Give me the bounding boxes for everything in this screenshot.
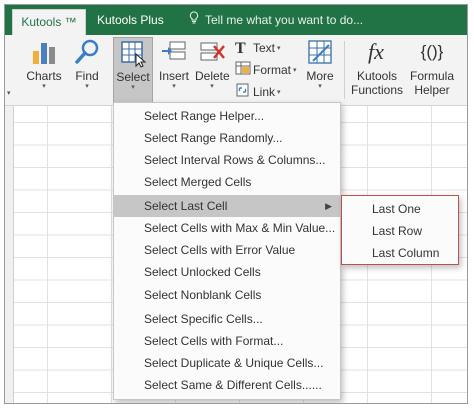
format-label: Format bbox=[253, 63, 292, 77]
chevron-down-icon: ▾ bbox=[42, 83, 46, 90]
text-icon: T bbox=[235, 39, 246, 57]
submenu-item-last-row[interactable]: Last Row bbox=[342, 220, 458, 242]
menu-item-select-error-value[interactable]: Select Cells with Error Value bbox=[114, 239, 340, 261]
fx-icon: fx bbox=[368, 39, 384, 64]
tell-me-box[interactable]: Tell me what you want to do... bbox=[187, 5, 363, 35]
menu-item-select-merged-cells[interactable]: Select Merged Cells bbox=[114, 171, 340, 193]
find-button[interactable]: Find ▾ bbox=[69, 37, 105, 101]
menu-item-select-duplicate-unique[interactable]: Select Duplicate & Unique Cells... bbox=[114, 352, 340, 374]
menu-item-select-specific-cells[interactable]: Select Specific Cells... bbox=[114, 308, 340, 330]
select-last-cell-submenu: Last One Last Row Last Column bbox=[341, 195, 459, 265]
chevron-down-icon: ▾ bbox=[172, 83, 176, 90]
kutools-functions-button[interactable]: fx Kutools Functions bbox=[347, 37, 405, 101]
menu-item-select-unlocked-cells[interactable]: Select Unlocked Cells bbox=[114, 261, 340, 283]
ribbon-separator bbox=[344, 41, 345, 99]
menu-item-select-same-different[interactable]: Select Same & Different Cells...... bbox=[114, 374, 340, 396]
ribbon-tab-bar: Kutools ™ Kutools Plus Tell me what you … bbox=[5, 5, 467, 35]
select-dropdown-menu: Select Range Helper... Select Range Rand… bbox=[113, 102, 341, 400]
format-icon bbox=[235, 61, 253, 80]
submenu-item-last-one[interactable]: Last One bbox=[342, 198, 458, 220]
chevron-down-icon: ▾ bbox=[7, 90, 11, 97]
text-button[interactable]: T Text ▾ bbox=[235, 39, 281, 57]
chevron-down-icon: ▾ bbox=[131, 84, 135, 91]
excel-window: Kutools ™ Kutools Plus Tell me what you … bbox=[4, 4, 468, 404]
format-button[interactable]: Format ▾ bbox=[235, 61, 297, 79]
menu-item-label: Select Last Cell bbox=[144, 199, 228, 213]
link-icon bbox=[235, 83, 253, 102]
charts-label: Charts bbox=[26, 69, 62, 83]
formula-braces-icon: {()} bbox=[420, 42, 444, 61]
menu-item-select-max-min[interactable]: Select Cells with Max & Min Value... bbox=[114, 217, 340, 239]
link-label: Link bbox=[253, 85, 276, 99]
chevron-down-icon: ▾ bbox=[210, 83, 214, 90]
delete-icon bbox=[200, 42, 225, 61]
magnifier-icon bbox=[75, 39, 99, 64]
tab-kutools-plus[interactable]: Kutools Plus bbox=[97, 5, 167, 35]
row-header-strip bbox=[5, 106, 14, 403]
menu-item-select-cells-with-format[interactable]: Select Cells with Format... bbox=[114, 330, 340, 352]
menu-item-select-nonblank-cells[interactable]: Select Nonblank Cells bbox=[114, 284, 340, 306]
chevron-down-icon: ▾ bbox=[277, 44, 281, 52]
delete-label: Delete bbox=[195, 69, 230, 83]
bar-chart-icon bbox=[33, 43, 55, 64]
chevron-down-icon: ▾ bbox=[85, 83, 89, 90]
insert-button[interactable]: Insert ▾ bbox=[157, 37, 191, 101]
text-label: Text bbox=[253, 41, 276, 55]
link-button[interactable]: Link ▾ bbox=[235, 83, 281, 101]
ribbon: ▾ Charts ▾ Find ▾ Select ▾ Insert ▾ Dele… bbox=[5, 35, 467, 119]
more-button[interactable]: More ▾ bbox=[303, 37, 337, 101]
delete-button[interactable]: Delete ▾ bbox=[195, 37, 230, 101]
formula-helper-button[interactable]: {()} Formula Helper bbox=[407, 37, 457, 101]
select-label: Select bbox=[116, 70, 150, 84]
select-button[interactable]: Select ▾ bbox=[113, 37, 153, 104]
select-range-icon bbox=[121, 41, 147, 68]
menu-item-select-last-cell[interactable]: Select Last Cell ▶ bbox=[114, 195, 340, 217]
chevron-right-icon: ▶ bbox=[325, 201, 332, 211]
chevron-down-icon: ▾ bbox=[318, 83, 322, 90]
charts-button[interactable]: Charts ▾ bbox=[25, 37, 63, 101]
insert-icon bbox=[162, 41, 186, 60]
chevron-down-icon: ▾ bbox=[277, 88, 281, 96]
submenu-item-last-column[interactable]: Last Column bbox=[342, 242, 458, 264]
chevron-down-icon: ▾ bbox=[293, 66, 297, 74]
tab-kutools[interactable]: Kutools ™ bbox=[12, 9, 86, 35]
more-icon bbox=[308, 40, 332, 64]
menu-item-select-range-randomly[interactable]: Select Range Randomly... bbox=[114, 127, 340, 149]
tell-me-text: Tell me what you want to do... bbox=[205, 13, 364, 27]
menu-item-select-interval-rows-columns[interactable]: Select Interval Rows & Columns... bbox=[114, 149, 340, 171]
kutools-functions-label: Kutools Functions bbox=[350, 69, 404, 97]
more-label: More bbox=[306, 69, 334, 83]
insert-label: Insert bbox=[158, 69, 189, 83]
find-label: Find bbox=[75, 69, 99, 83]
menu-item-select-range-helper[interactable]: Select Range Helper... bbox=[114, 105, 340, 127]
formula-helper-label: Formula Helper bbox=[409, 69, 454, 97]
lightbulb-icon bbox=[187, 5, 201, 35]
